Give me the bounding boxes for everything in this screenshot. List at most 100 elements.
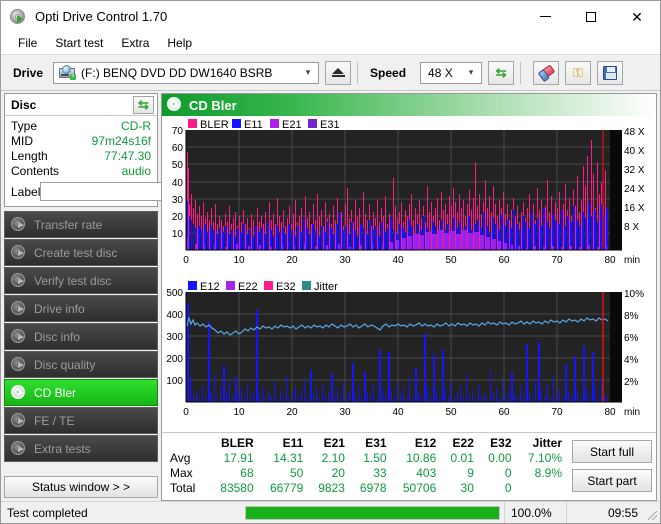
bler-chart[interactable]: BLER E11 E21 E31 70 60 50 40 30 20 10 0 … bbox=[162, 116, 656, 278]
disc-key: MID bbox=[11, 134, 33, 148]
svg-text:E31: E31 bbox=[320, 119, 340, 131]
sidebar-item-cd-bler[interactable]: CD Bler bbox=[4, 379, 158, 406]
cell-max-bler: 68 bbox=[240, 466, 254, 480]
title-bar: Opti Drive Control 1.70 ✕ bbox=[1, 1, 660, 32]
cell-max-e31: 33 bbox=[373, 466, 387, 480]
cell-avg-jitter: 7.10% bbox=[527, 451, 562, 465]
svg-text:30: 30 bbox=[339, 407, 351, 418]
svg-text:30: 30 bbox=[172, 195, 184, 206]
eject-button[interactable] bbox=[325, 60, 352, 85]
svg-text:40: 40 bbox=[172, 178, 184, 189]
svg-text:4%: 4% bbox=[624, 355, 639, 366]
disc-row-contents: Contents audio bbox=[11, 164, 151, 179]
disc-refresh-button[interactable]: ⇆ bbox=[133, 95, 154, 114]
sidebar-item-verify-test-disc[interactable]: Verify test disc bbox=[4, 267, 158, 294]
svg-text:50: 50 bbox=[172, 160, 184, 171]
menu-item-file[interactable]: File bbox=[9, 34, 46, 52]
sidebar-item-disc-quality[interactable]: Disc quality bbox=[4, 351, 158, 378]
menu-item-help[interactable]: Help bbox=[158, 34, 201, 52]
status-window-button[interactable]: Status window > > bbox=[4, 476, 158, 498]
application-window: Opti Drive Control 1.70 ✕ File Start tes… bbox=[0, 0, 661, 524]
disc-icon bbox=[11, 384, 27, 401]
minimize-button[interactable] bbox=[522, 1, 568, 32]
svg-text:10: 10 bbox=[233, 255, 245, 266]
cell-total-e21: 9823 bbox=[318, 481, 345, 495]
elapsed-time-label: 09:55 bbox=[566, 502, 644, 523]
start-full-button[interactable]: Start full bbox=[572, 440, 652, 463]
sidebar-item-label: FE / TE bbox=[34, 413, 75, 428]
main-area: CD Bler BLER E11 E21 E31 70 60 50 40 30 … bbox=[161, 91, 660, 501]
save-button[interactable] bbox=[597, 60, 624, 85]
cell-avg-e21: 2.10 bbox=[321, 451, 345, 465]
disc-panel-title: Disc bbox=[11, 97, 37, 112]
sidebar-item-fe-te[interactable]: FE / TE bbox=[4, 407, 158, 434]
drive-select-value: (F:) BENQ DVD DD DW1640 BSRB bbox=[81, 65, 273, 80]
maximize-button[interactable] bbox=[568, 1, 614, 32]
cell-total-bler: 83580 bbox=[220, 481, 254, 495]
optical-drive-icon: + bbox=[59, 65, 77, 80]
erase-button[interactable] bbox=[533, 60, 560, 85]
drive-select[interactable]: + (F:) BENQ DVD DD DW1640 BSRB ▾ bbox=[53, 61, 320, 84]
disc-icon bbox=[11, 300, 27, 317]
cell-avg-e22: 0.01 bbox=[450, 451, 474, 465]
col-jitter: Jitter bbox=[532, 436, 562, 450]
svg-text:2%: 2% bbox=[624, 377, 639, 388]
row-label-total: Total bbox=[170, 481, 196, 495]
col-e32: E32 bbox=[490, 436, 512, 450]
svg-text:32 X: 32 X bbox=[624, 165, 645, 176]
disc-icon bbox=[11, 356, 27, 373]
menu-item-start-test[interactable]: Start test bbox=[46, 34, 112, 52]
svg-text:100: 100 bbox=[166, 376, 183, 387]
disc-icon bbox=[11, 328, 27, 345]
disc-icon bbox=[167, 97, 183, 113]
charts-container: BLER E11 E21 E31 70 60 50 40 30 20 10 0 … bbox=[162, 116, 656, 432]
sidebar-item-drive-info[interactable]: Drive info bbox=[4, 295, 158, 322]
svg-text:70: 70 bbox=[172, 126, 184, 137]
svg-text:80: 80 bbox=[604, 255, 616, 266]
svg-text:0: 0 bbox=[183, 407, 189, 418]
disc-key: Type bbox=[11, 119, 38, 133]
sidebar-item-transfer-rate[interactable]: Transfer rate bbox=[4, 211, 158, 238]
speed-select[interactable]: 48 X ▾ bbox=[420, 61, 483, 84]
disc-key: Contents bbox=[11, 164, 60, 178]
toolbar-separator-1 bbox=[357, 61, 359, 84]
e12-jitter-chart[interactable]: E12 E22 E32 Jitter 500 400 300 200 100 0… bbox=[162, 278, 656, 430]
svg-text:E11: E11 bbox=[244, 119, 263, 131]
keys-button[interactable]: ⚿ bbox=[565, 60, 592, 85]
sidebar-item-label: Drive info bbox=[34, 301, 85, 316]
resize-grip-icon[interactable] bbox=[644, 502, 660, 523]
refresh-button[interactable]: ⇆ bbox=[488, 60, 515, 85]
cell-max-e11: 50 bbox=[289, 466, 304, 480]
svg-text:6%: 6% bbox=[624, 333, 639, 344]
sidebar-item-disc-info[interactable]: Disc info bbox=[4, 323, 158, 350]
svg-text:30: 30 bbox=[339, 255, 351, 266]
status-message: Test completed bbox=[7, 505, 88, 520]
cell-max-e32: 0 bbox=[504, 466, 512, 480]
table-row: Avg 17.91 14.31 2.10 1.50 10.86 0.01 0.0… bbox=[166, 451, 566, 466]
svg-text:20: 20 bbox=[286, 407, 298, 418]
start-buttons: Start full Start part bbox=[566, 436, 652, 496]
sidebar-item-create-test-disc[interactable]: Create test disc bbox=[4, 239, 158, 266]
svg-text:50: 50 bbox=[445, 255, 457, 266]
eject-icon bbox=[331, 68, 345, 77]
cell-avg-bler: 17.91 bbox=[223, 451, 254, 465]
cell-max-e21: 20 bbox=[331, 466, 345, 480]
close-button[interactable]: ✕ bbox=[614, 1, 660, 32]
sidebar-item-label: CD Bler bbox=[34, 385, 77, 400]
svg-text:E32: E32 bbox=[276, 281, 296, 293]
disc-icon bbox=[11, 244, 27, 261]
svg-text:80: 80 bbox=[604, 407, 616, 418]
disc-panel-header: Disc ⇆ bbox=[5, 94, 157, 116]
svg-text:400: 400 bbox=[166, 310, 183, 321]
table-header-row: BLER E11 E21 E31 E12 E22 E32 Jitter bbox=[166, 436, 566, 451]
sidebar-item-extra-tests[interactable]: Extra tests bbox=[4, 435, 158, 462]
disc-value: 97m24s16f bbox=[91, 134, 151, 148]
cell-total-e11: 66779 bbox=[269, 481, 304, 495]
start-part-button[interactable]: Start part bbox=[572, 469, 652, 492]
sidebar-item-label: Extra tests bbox=[34, 441, 91, 456]
menu-item-extra[interactable]: Extra bbox=[112, 34, 158, 52]
svg-text:10%: 10% bbox=[624, 289, 644, 300]
cell-total-e31: 6978 bbox=[359, 481, 387, 495]
keys-icon: ⚿ bbox=[573, 64, 583, 80]
